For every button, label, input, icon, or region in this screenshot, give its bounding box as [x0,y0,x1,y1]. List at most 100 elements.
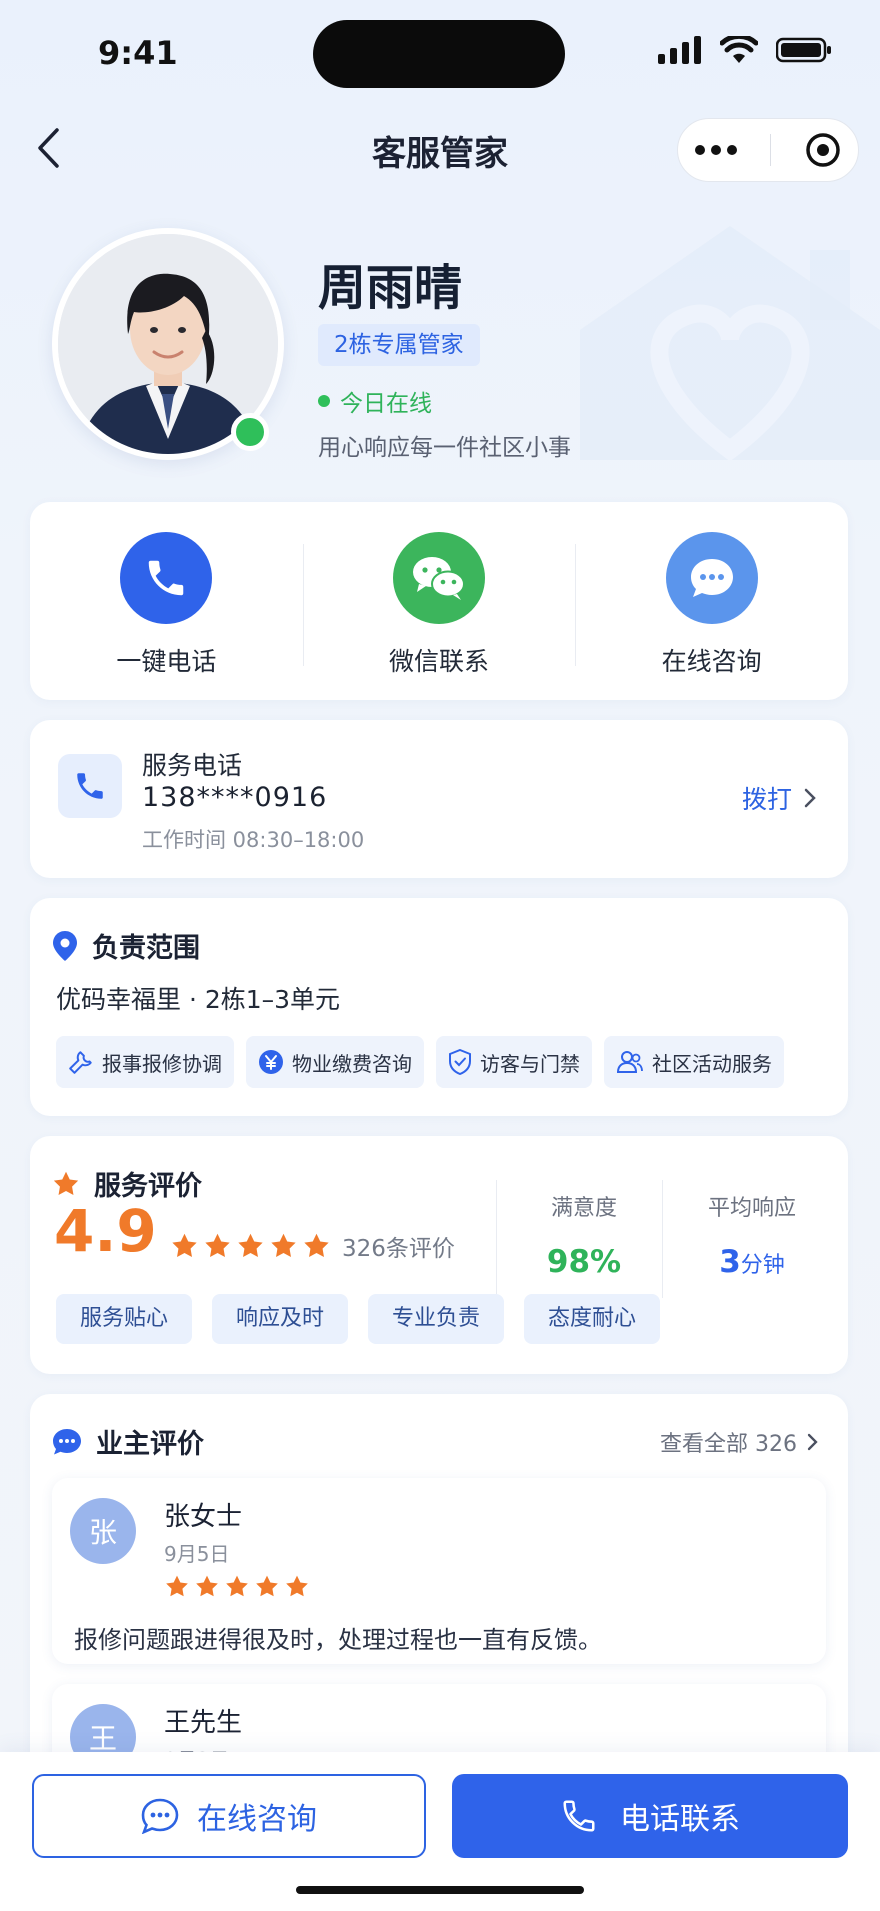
rating-stars [170,1232,331,1260]
wechat-icon [393,532,485,624]
service-phone-title: 服务电话 [142,751,243,780]
praise-tag[interactable]: 响应及时 [212,1294,349,1344]
service-chip-payment[interactable]: 物业缴费咨询 [246,1036,424,1088]
status-time: 9:41 [98,34,178,72]
working-hours: 工作时间 08:30–18:00 [142,828,365,852]
house-watermark-icon [580,226,880,460]
location-pin-icon [53,930,77,961]
online-status: 今日在线 [318,384,432,418]
phone-icon [58,754,122,818]
online-status-dot [231,413,269,451]
phone-contact-button[interactable]: 电话联系 [452,1774,848,1858]
online-consult-label: 在线咨询 [197,1802,317,1837]
dynamic-island [313,20,565,88]
service-chip-label: 报事报修协调 [102,1051,222,1076]
star-icon [271,1233,296,1257]
response-number: 3 [719,1244,741,1280]
star-icon [53,1171,79,1195]
online-indicator-dot [318,395,330,407]
scope-address: 优码幸福里 · 2栋1–3单元 [56,985,341,1014]
quick-action-label: 一键电话 [116,647,217,676]
owner-reviews-header: 业主评价 [52,1422,204,1461]
star-icon [286,1575,308,1597]
quick-action-label: 微信联系 [389,647,490,676]
service-chip-visitor[interactable]: 访客与门禁 [436,1036,592,1088]
star-icon [166,1575,188,1597]
star-icon [172,1233,197,1257]
satisfaction-value: 98% [546,1244,622,1280]
online-consult-button[interactable]: 在线咨询 [32,1774,426,1858]
reviewer-name: 王先生 [164,1708,243,1738]
battery-icon [776,37,831,63]
home-indicator [296,1886,584,1894]
service-chip-label: 物业缴费咨询 [292,1051,412,1076]
praise-tag[interactable]: 态度耐心 [524,1294,661,1344]
review-date: 9月5日 [164,1542,230,1566]
praise-tags: 服务贴心 响应及时 专业负责 态度耐心 [56,1294,661,1344]
dial-label: 拨打 [741,785,792,814]
satisfaction-label: 满意度 [550,1196,617,1221]
chat-bubble-icon [53,1428,81,1454]
service-chips: 报事报修协调 物业缴费咨询 访客与门禁 社区活动服务 [56,1036,784,1088]
praise-tag[interactable]: 服务贴心 [56,1294,193,1344]
chat-bubble-icon [141,1798,179,1834]
review-stars [164,1574,310,1599]
close-target-icon[interactable] [804,131,842,169]
yen-icon [259,1050,283,1074]
view-all-reviews-link[interactable]: 查看全部 326 [660,1426,818,1458]
service-chip-repair[interactable]: 报事报修协调 [56,1036,234,1088]
stat-divider [662,1180,663,1298]
star-icon [256,1575,278,1597]
service-phone-card[interactable]: 服务电话 138****0916 工作时间 08:30–18:00 拨打 [30,720,848,878]
miniprogram-capsule [677,118,859,182]
owner-reviews-card: 业主评价 查看全部 326 张 张女士 9月5日 报修问题跟进得很及时，处理过程… [30,1394,848,1814]
chevron-right-icon [804,788,816,808]
service-rating-card: 服务评价 4.9 326条评价 满意度 98% 平均响应 3分钟 服务贴心 响应… [30,1136,848,1374]
building-tag: 2栋专属管家 [318,324,480,366]
people-icon [616,1051,643,1073]
chevron-right-icon [807,1433,818,1451]
capsule-divider [770,134,772,166]
star-icon [304,1233,329,1257]
chat-bubble-icon [665,532,758,624]
more-icon[interactable] [694,144,738,156]
quick-action-online-consult[interactable]: 在线咨询 [575,502,848,700]
manager-name: 周雨晴 [318,260,463,316]
wifi-icon [720,36,758,63]
quick-action-call[interactable]: 一键电话 [30,502,303,700]
responsibility-scope-card: 负责范围 优码幸福里 · 2栋1–3单元 报事报修协调 物业缴费咨询 访客与门禁… [30,898,848,1116]
stat-divider [496,1180,497,1298]
star-icon [238,1233,263,1257]
response-label: 平均响应 [707,1196,796,1221]
response-value: 3分钟 [672,1244,832,1280]
service-chip-label: 访客与门禁 [480,1051,580,1076]
owner-reviews-title: 业主评价 [96,1429,204,1460]
manager-motto: 用心响应每一件社区小事 [318,435,571,461]
response-unit: 分钟 [740,1253,785,1278]
review-count: 326条评价 [342,1236,455,1262]
star-icon [196,1575,218,1597]
reviewer-name: 张女士 [164,1502,243,1532]
review-item: 张 张女士 9月5日 报修问题跟进得很及时，处理过程也一直有反馈。 [52,1478,826,1664]
scope-title: 负责范围 [92,933,200,964]
phone-contact-label: 电话联系 [620,1802,740,1837]
service-chip-activity[interactable]: 社区活动服务 [604,1036,784,1088]
response-stat: 平均响应 3分钟 [672,1190,832,1280]
scope-header: 负责范围 [52,926,200,965]
dial-button[interactable]: 拨打 [742,780,816,816]
quick-action-wechat[interactable]: 微信联系 [302,502,576,700]
review-text: 报修问题跟进得很及时，处理过程也一直有反馈。 [74,1626,602,1654]
phone-icon [563,1800,595,1832]
view-all-label: 查看全部 326 [660,1432,797,1457]
reviewer-avatar: 张 [70,1498,136,1564]
star-icon [205,1233,230,1257]
status-icons [658,36,832,64]
praise-tag[interactable]: 专业负责 [368,1294,505,1344]
quick-actions-card: 一键电话 微信联系 在线咨询 [30,502,848,700]
shield-icon [449,1049,471,1075]
phone-icon [120,532,213,624]
service-phone-number: 138****0916 [142,782,328,813]
satisfaction-stat: 满意度 98% [504,1190,664,1280]
star-icon [226,1575,248,1597]
signal-icon [658,36,701,64]
